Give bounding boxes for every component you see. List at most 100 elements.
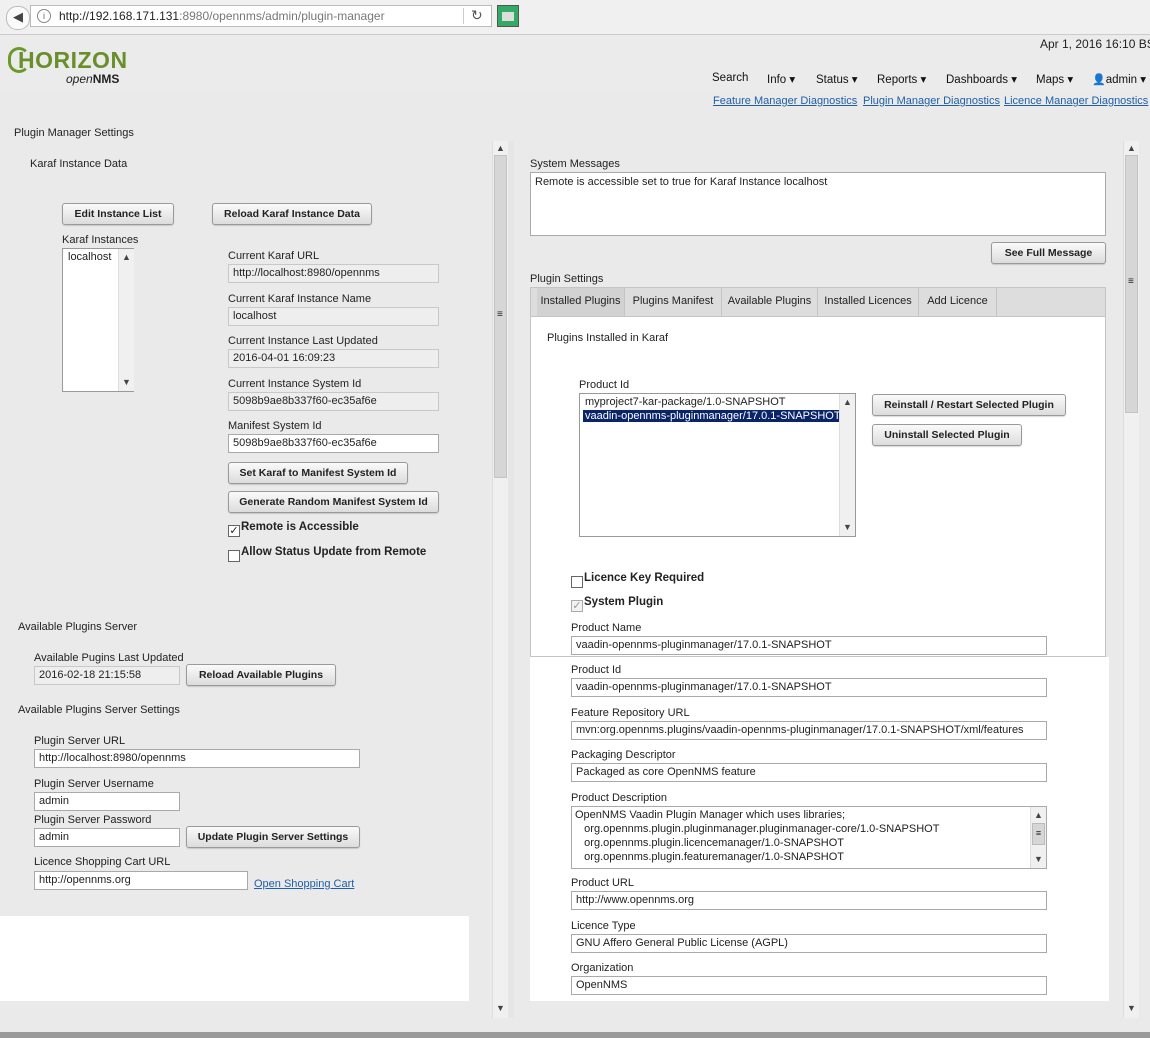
scroll-up-icon[interactable]: ▲	[1124, 141, 1139, 156]
set-karaf-manifest-button[interactable]: Set Karaf to Manifest System Id	[228, 462, 408, 484]
tab-add-licence[interactable]: Add Licence	[919, 288, 997, 316]
allow-status-update-checkbox[interactable]	[228, 550, 240, 562]
tab-plugins-manifest[interactable]: Plugins Manifest	[625, 288, 722, 316]
address-bar[interactable]: i http://192.168.171.131:8980/opennms/ad…	[30, 5, 492, 27]
description-label: Product Description	[571, 792, 667, 804]
installed-plugins-list[interactable]: myproject7-kar-package/1.0-SNAPSHOT vaad…	[579, 393, 856, 537]
scroll-up-icon[interactable]: ▲	[1031, 808, 1046, 823]
product-name-field[interactable]: vaadin-opennms-pluginmanager/17.0.1-SNAP…	[571, 636, 1047, 655]
list-item[interactable]: localhost	[68, 251, 111, 263]
product-url-label: Product URL	[571, 877, 634, 889]
description-line: OpenNMS Vaadin Plugin Manager which uses…	[575, 809, 846, 821]
available-plugins-server-section: Available Plugins Server	[18, 621, 138, 633]
manifest-system-id-field[interactable]: 5098b9ae8b337f60-ec35af6e	[228, 434, 439, 453]
cart-url-field[interactable]: http://opennms.org	[34, 871, 248, 890]
menu-search[interactable]: Search	[712, 72, 748, 84]
packaging-field[interactable]: Packaged as core OpenNMS feature	[571, 763, 1047, 782]
page-header: HORIZON openNMS Apr 1, 2016 16:10 BST Se…	[0, 35, 1150, 92]
last-updated-label: Current Instance Last Updated	[228, 335, 378, 347]
menu-info[interactable]: Info ▾	[767, 72, 795, 86]
karaf-instances-list[interactable]: localhost ▲ ▼	[62, 248, 134, 392]
uninstall-plugin-button[interactable]: Uninstall Selected Plugin	[872, 424, 1022, 446]
remote-accessible-checkbox[interactable]: ✓	[228, 525, 240, 537]
generate-random-id-button[interactable]: Generate Random Manifest System Id	[228, 491, 439, 513]
left-blank-area	[0, 916, 469, 1001]
horizon-logo[interactable]: HORIZON openNMS	[8, 43, 128, 87]
right-panel-scrollbar[interactable]: ▲ ≡ ▼	[1123, 141, 1139, 1018]
licence-type-field[interactable]: GNU Affero General Public License (AGPL)	[571, 934, 1047, 953]
extension-icon[interactable]	[497, 5, 519, 27]
menu-reports[interactable]: Reports ▾	[877, 72, 926, 86]
organization-label: Organization	[571, 962, 634, 974]
left-panel-scrollbar[interactable]: ▲ ≡ ▼	[492, 141, 508, 1018]
licence-manager-diagnostics-link[interactable]: Licence Manager Diagnostics	[1004, 95, 1148, 107]
description-scrollbar[interactable]: ▲ ≡ ▼	[1030, 807, 1046, 868]
reload-icon[interactable]: ↻	[471, 7, 483, 24]
scroll-up-icon[interactable]: ▲	[840, 395, 855, 410]
username-label: Plugin Server Username	[34, 778, 154, 790]
tab-installed-licences[interactable]: Installed Licences	[818, 288, 919, 316]
info-icon[interactable]: i	[37, 9, 51, 23]
edit-instance-list-button[interactable]: Edit Instance List	[62, 203, 174, 225]
feature-repo-field[interactable]: mvn:org.opennms.plugins/vaadin-opennms-p…	[571, 721, 1047, 740]
product-name-label: Product Name	[571, 622, 642, 634]
organization-field[interactable]: OpenNMS	[571, 976, 1047, 995]
bottom-border	[0, 1032, 1150, 1038]
see-full-message-button[interactable]: See Full Message	[991, 242, 1106, 264]
scroll-thumb[interactable]: ≡	[1032, 823, 1045, 845]
user-icon: 👤	[1092, 74, 1106, 86]
licence-key-required-checkbox[interactable]	[571, 576, 583, 588]
feature-manager-diagnostics-link[interactable]: Feature Manager Diagnostics	[713, 95, 857, 107]
system-id-field: 5098b9ae8b337f60-ec35af6e	[228, 392, 439, 411]
tab-available-plugins[interactable]: Available Plugins	[722, 288, 818, 316]
scroll-up-icon[interactable]: ▲	[119, 250, 134, 265]
scroll-down-icon[interactable]: ▼	[493, 1001, 508, 1016]
back-button[interactable]: ◀	[6, 6, 30, 30]
separator	[463, 8, 464, 24]
password-field[interactable]: admin	[34, 828, 180, 847]
menu-status[interactable]: Status ▾	[816, 72, 858, 86]
logo-subtitle: openNMS	[66, 72, 120, 86]
update-server-settings-button[interactable]: Update Plugin Server Settings	[186, 826, 360, 848]
scroll-down-icon[interactable]: ▼	[1124, 1001, 1139, 1016]
username-field[interactable]: admin	[34, 792, 180, 811]
product-id-label: Product Id	[571, 664, 622, 676]
scroll-up-icon[interactable]: ▲	[493, 141, 508, 156]
plugin-manager-diagnostics-link[interactable]: Plugin Manager Diagnostics	[863, 95, 1000, 107]
open-shopping-cart-link[interactable]: Open Shopping Cart	[254, 878, 354, 890]
grip-icon: ≡	[1128, 276, 1134, 287]
description-textarea[interactable]: OpenNMS Vaadin Plugin Manager which uses…	[571, 806, 1047, 869]
plugins-list-scrollbar[interactable]: ▲ ▼	[839, 394, 855, 536]
scroll-thumb[interactable]: ≡	[1125, 155, 1138, 413]
description-line: org.opennms.plugin.featuremanager/1.0-SN…	[575, 851, 845, 863]
current-karaf-url-field: http://localhost:8980/opennms	[228, 264, 439, 283]
product-id-field[interactable]: vaadin-opennms-pluginmanager/17.0.1-SNAP…	[571, 678, 1047, 697]
menu-user[interactable]: 👤admin ▾	[1092, 72, 1146, 86]
scroll-down-icon[interactable]: ▼	[119, 375, 134, 390]
scroll-thumb[interactable]: ≡	[494, 155, 507, 478]
system-id-label: Current Instance System Id	[228, 378, 362, 390]
scroll-down-icon[interactable]: ▼	[840, 520, 855, 535]
available-last-updated-field: 2016-02-18 21:15:58	[34, 666, 180, 685]
product-id-list-label: Product Id	[579, 379, 630, 391]
reload-karaf-instance-button[interactable]: Reload Karaf Instance Data	[212, 203, 372, 225]
server-url-field[interactable]: http://localhost:8980/opennms	[34, 749, 360, 768]
menu-maps[interactable]: Maps ▾	[1036, 72, 1073, 86]
splitter[interactable]	[508, 141, 514, 1018]
plugin-settings-label: Plugin Settings	[530, 273, 604, 285]
menu-dashboards[interactable]: Dashboards ▾	[946, 72, 1017, 86]
system-plugin-label: System Plugin	[584, 596, 664, 608]
datetime: Apr 1, 2016 16:10 BST	[1040, 37, 1150, 51]
url-text: http://192.168.171.131:8980/opennms/admi…	[59, 9, 385, 23]
reinstall-plugin-button[interactable]: Reinstall / Restart Selected Plugin	[872, 394, 1066, 416]
list-item[interactable]: myproject7-kar-package/1.0-SNAPSHOT	[585, 396, 786, 408]
server-settings-section: Available Plugins Server Settings	[18, 704, 180, 716]
last-updated-field: 2016-04-01 16:09:23	[228, 349, 439, 368]
cart-url-label: Licence Shopping Cart URL	[34, 856, 171, 868]
karaf-list-scrollbar[interactable]: ▲ ▼	[118, 249, 134, 391]
scroll-down-icon[interactable]: ▼	[1031, 852, 1046, 867]
product-url-field[interactable]: http://www.opennms.org	[571, 891, 1047, 910]
list-item-selected[interactable]: vaadin-opennms-pluginmanager/17.0.1-SNAP…	[583, 410, 843, 422]
tab-installed-plugins[interactable]: Installed Plugins	[537, 288, 625, 316]
reload-available-plugins-button[interactable]: Reload Available Plugins	[186, 664, 336, 686]
